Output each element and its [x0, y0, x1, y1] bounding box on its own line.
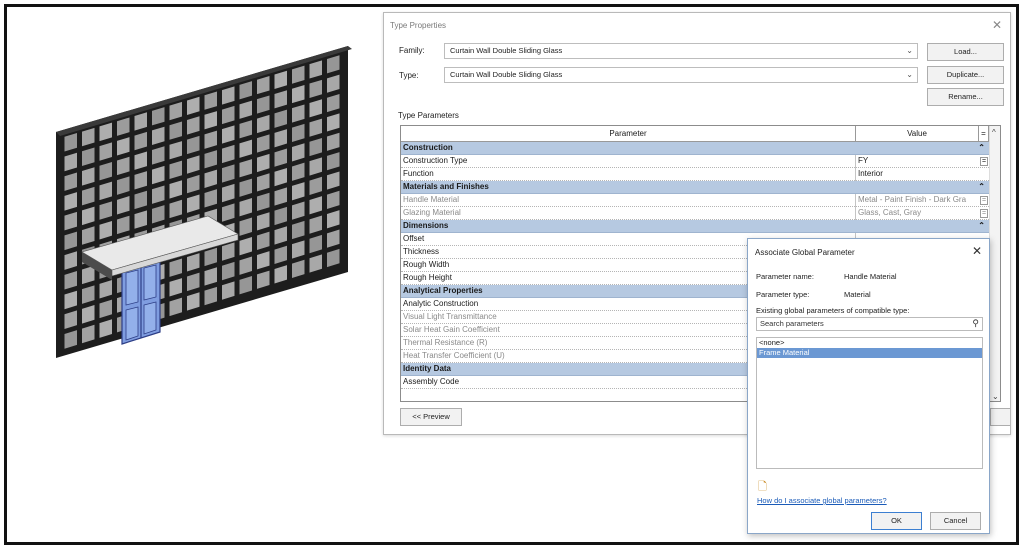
group-row[interactable]: Materials and Finishes ⌃: [401, 181, 989, 194]
column-divider: [855, 168, 856, 181]
parameter-name: Visual Light Transmittance: [403, 312, 497, 321]
dialog-title: Associate Global Parameter: [755, 248, 855, 257]
column-divider: [855, 155, 856, 168]
table-row[interactable]: Handle Material Metal - Paint Finish - Da…: [401, 194, 989, 207]
collapse-icon[interactable]: ⌃: [978, 142, 985, 154]
close-icon[interactable]: ✕: [992, 18, 1002, 32]
cancel-button[interactable]: Cancel: [930, 512, 981, 530]
group-label: Dimensions: [403, 221, 449, 230]
parameter-name: Thermal Resistance (R): [403, 338, 488, 347]
close-icon[interactable]: ✕: [972, 244, 982, 258]
duplicate-button[interactable]: Duplicate...: [927, 66, 1004, 84]
parameter-name: Function: [403, 169, 434, 178]
collapse-icon[interactable]: ⌃: [978, 181, 985, 193]
collapse-icon[interactable]: ⌃: [978, 220, 985, 232]
parameter-name-label: Parameter name:: [756, 272, 814, 281]
parameter-name: Thickness: [403, 247, 440, 256]
global-parameter-list[interactable]: <none> Frame Material: [756, 337, 983, 469]
family-label: Family:: [399, 46, 425, 55]
parameter-name: Handle Material: [403, 195, 460, 204]
parameter-value[interactable]: FY: [858, 155, 868, 167]
group-label: Construction: [403, 143, 453, 152]
associate-global-parameter-dialog: Associate Global Parameter ✕ Parameter n…: [747, 238, 990, 534]
parameter-name: Solar Heat Gain Coefficient: [403, 325, 500, 334]
list-item[interactable]: <none>: [757, 338, 982, 348]
associate-parameter-button[interactable]: =: [980, 196, 988, 205]
help-link[interactable]: How do I associate global parameters?: [757, 496, 887, 505]
group-row[interactable]: Construction ⌃: [401, 142, 989, 155]
table-row[interactable]: Function Interior: [401, 168, 989, 181]
group-label: Analytical Properties: [403, 286, 483, 295]
ok-button-partial[interactable]: [990, 408, 1010, 426]
family-dropdown[interactable]: Curtain Wall Double Sliding Glass ⌄: [444, 43, 918, 59]
type-value: Curtain Wall Double Sliding Glass: [450, 70, 563, 79]
scroll-up-icon[interactable]: ^: [992, 128, 996, 137]
associate-parameter-button[interactable]: =: [980, 209, 988, 218]
equals-icon: =: [979, 126, 989, 142]
vertical-scrollbar[interactable]: ^ ⌄: [989, 126, 1000, 401]
existing-parameters-label: Existing global parameters of compatible…: [756, 306, 910, 315]
group-row[interactable]: Dimensions ⌃: [401, 220, 989, 233]
search-icon[interactable]: ⚲: [972, 317, 979, 329]
parameter-value[interactable]: Metal - Paint Finish - Dark Gra: [858, 194, 966, 206]
type-label: Type:: [399, 71, 419, 80]
type-parameters-label: Type Parameters: [398, 111, 459, 120]
parameter-name: Assembly Code: [403, 377, 460, 386]
column-header-value[interactable]: Value: [856, 126, 979, 142]
search-placeholder: Search parameters: [760, 319, 824, 328]
table-row[interactable]: Glazing Material Glass, Cast, Gray =: [401, 207, 989, 220]
column-divider: [855, 194, 856, 207]
parameter-type-label: Parameter type:: [756, 290, 810, 299]
scroll-down-icon[interactable]: ⌄: [992, 392, 999, 401]
parameter-name: Construction Type: [403, 156, 468, 165]
parameter-name: Rough Width: [403, 260, 450, 269]
parameter-name: Analytic Construction: [403, 299, 479, 308]
associate-parameter-button[interactable]: =: [980, 157, 988, 166]
search-input[interactable]: Search parameters ⚲: [756, 317, 983, 331]
rename-button[interactable]: Rename...: [927, 88, 1004, 106]
parameter-name: Glazing Material: [403, 208, 461, 217]
preview-button[interactable]: << Preview: [400, 408, 462, 426]
column-divider: [855, 207, 856, 220]
column-header-parameter[interactable]: Parameter: [401, 126, 856, 142]
parameter-value[interactable]: Glass, Cast, Gray: [858, 207, 921, 219]
ok-button[interactable]: OK: [871, 512, 922, 530]
load-button[interactable]: Load...: [927, 43, 1004, 61]
dialog-title: Type Properties: [390, 21, 447, 30]
new-parameter-icon[interactable]: 🗋: [758, 478, 767, 497]
table-row[interactable]: Construction Type FY =: [401, 155, 989, 168]
parameter-name-value: Handle Material: [844, 272, 897, 281]
list-item-selected[interactable]: Frame Material: [757, 348, 982, 358]
chevron-down-icon: ⌄: [906, 46, 913, 55]
group-label: Identity Data: [403, 364, 452, 373]
type-dropdown[interactable]: Curtain Wall Double Sliding Glass ⌄: [444, 67, 918, 83]
curtain-wall-3d-view: [52, 40, 352, 370]
parameter-name: Rough Height: [403, 273, 452, 282]
parameter-value[interactable]: Interior: [858, 168, 883, 180]
parameter-type-value: Material: [844, 290, 871, 299]
parameter-name: Offset: [403, 234, 425, 243]
parameter-name: Heat Transfer Coefficient (U): [403, 351, 505, 360]
chevron-down-icon: ⌄: [906, 70, 913, 79]
group-label: Materials and Finishes: [403, 182, 489, 191]
family-value: Curtain Wall Double Sliding Glass: [450, 46, 563, 55]
